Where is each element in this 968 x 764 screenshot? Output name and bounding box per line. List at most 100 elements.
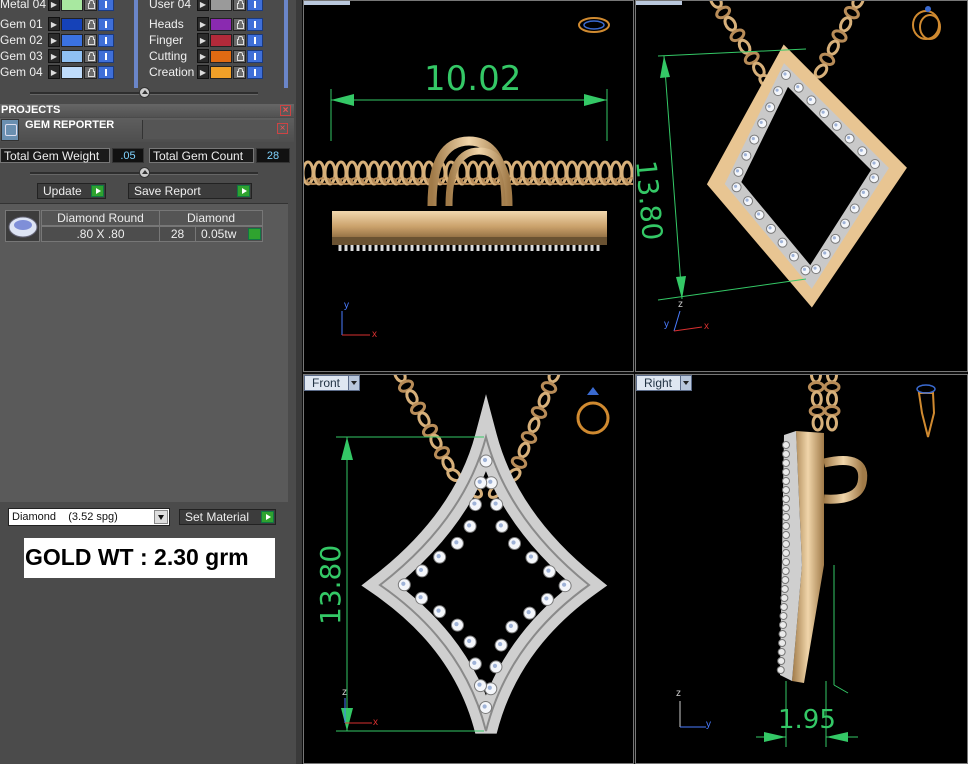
visibility-toggle-icon[interactable] bbox=[247, 0, 263, 11]
chevron-down-icon[interactable] bbox=[348, 376, 359, 390]
gem-reporter-close-icon[interactable]: × bbox=[277, 123, 288, 134]
layer-color-swatch[interactable] bbox=[61, 65, 83, 79]
expand-arrow-icon[interactable]: ▶ bbox=[197, 0, 209, 11]
gem-thumbnail[interactable] bbox=[5, 210, 40, 242]
layer-color-swatch[interactable] bbox=[210, 17, 232, 31]
panel-splitter[interactable] bbox=[296, 0, 302, 764]
axis-y-label: y bbox=[706, 719, 711, 730]
layer-row-creation[interactable]: Creation ▶ bbox=[149, 64, 263, 80]
lock-icon[interactable] bbox=[84, 65, 97, 79]
expand-arrow-icon[interactable]: ▶ bbox=[197, 33, 209, 47]
lock-icon[interactable] bbox=[84, 33, 97, 47]
viewport-front[interactable]: Front 13.80 z x bbox=[303, 374, 634, 764]
axis-y-label: y bbox=[344, 300, 349, 311]
viewport-top[interactable]: 10.02 y x bbox=[303, 0, 634, 372]
expand-arrow-icon[interactable]: ▶ bbox=[48, 17, 60, 31]
layer-color-swatch[interactable] bbox=[61, 17, 83, 31]
axis-x-label: x bbox=[372, 329, 377, 340]
play-icon[interactable] bbox=[248, 228, 261, 240]
layer-row-metal-04[interactable]: Metal 04 ▶ bbox=[0, 0, 114, 12]
visibility-toggle-icon[interactable] bbox=[247, 33, 263, 47]
axis-x-label: x bbox=[704, 321, 709, 332]
play-icon bbox=[91, 185, 104, 197]
viewport-front-tab[interactable]: Front bbox=[304, 375, 360, 391]
gem-list-area bbox=[0, 203, 288, 502]
play-icon bbox=[237, 185, 250, 197]
layer-label: Cutting bbox=[149, 49, 188, 63]
viewport-right-tab[interactable]: Right bbox=[636, 375, 692, 391]
viewport-perspective[interactable]: 13.80 z y x bbox=[635, 0, 968, 372]
total-gem-weight-label: Total Gem Weight bbox=[0, 148, 110, 163]
gem-table-size-cell: .80 X .80 bbox=[41, 226, 160, 242]
lock-icon[interactable] bbox=[233, 65, 246, 79]
visibility-toggle-icon[interactable] bbox=[247, 49, 263, 63]
dimension-depth-label: 1.95 bbox=[778, 705, 836, 735]
pendant-top-view bbox=[304, 17, 633, 336]
expand-arrow-icon[interactable]: ▶ bbox=[197, 49, 209, 63]
visibility-toggle-icon[interactable] bbox=[98, 65, 114, 79]
layer-row-finger[interactable]: Finger ▶ bbox=[149, 32, 263, 48]
axis-y-label: y bbox=[664, 319, 669, 330]
chevron-down-icon[interactable] bbox=[680, 376, 691, 390]
gold-weight-label: GOLD WT : 2.30 grm bbox=[24, 538, 275, 578]
lock-icon[interactable] bbox=[233, 49, 246, 63]
layer-color-swatch[interactable] bbox=[61, 33, 83, 47]
projects-header: PROJECTS × bbox=[0, 104, 294, 117]
layer-column-separator-right bbox=[284, 0, 288, 88]
layer-color-swatch[interactable] bbox=[210, 33, 232, 47]
gem-reporter-collapse-knob[interactable] bbox=[139, 167, 150, 178]
expand-arrow-icon[interactable]: ▶ bbox=[197, 65, 209, 79]
save-report-button-label: Save Report bbox=[134, 184, 201, 198]
visibility-toggle-icon[interactable] bbox=[247, 65, 263, 79]
lock-icon[interactable] bbox=[84, 49, 97, 63]
gem-table: Diamond Round Diamond .80 X .80 28 0.05t… bbox=[5, 210, 263, 243]
layer-label: Gem 01 bbox=[0, 17, 43, 31]
gem-reporter-icon bbox=[1, 119, 19, 141]
layer-label: Gem 04 bbox=[0, 65, 43, 79]
material-select[interactable]: Diamond (3.52 spg) bbox=[8, 508, 170, 526]
save-report-button[interactable]: Save Report bbox=[128, 183, 252, 199]
layer-row-gem-01[interactable]: Gem 01 ▶ bbox=[0, 16, 114, 32]
layer-color-swatch[interactable] bbox=[210, 0, 232, 11]
expand-arrow-icon[interactable]: ▶ bbox=[48, 0, 60, 11]
expand-arrow-icon[interactable]: ▶ bbox=[48, 33, 60, 47]
layer-row-gem-02[interactable]: Gem 02 ▶ bbox=[0, 32, 114, 48]
lock-icon[interactable] bbox=[84, 17, 97, 31]
layer-color-swatch[interactable] bbox=[61, 0, 83, 11]
layer-label: Gem 02 bbox=[0, 33, 43, 47]
gem-table-weight-value: 0.05tw bbox=[201, 227, 237, 241]
projects-title: PROJECTS bbox=[1, 104, 61, 116]
layer-row-heads[interactable]: Heads ▶ bbox=[149, 16, 263, 32]
layer-color-swatch[interactable] bbox=[210, 65, 232, 79]
layer-row-user-04[interactable]: User 04 ▶ bbox=[149, 0, 263, 12]
gem-table-header-type: Diamond bbox=[159, 210, 263, 226]
viewport-right[interactable]: Right 1.95 z y bbox=[635, 374, 968, 764]
visibility-toggle-icon[interactable] bbox=[98, 49, 114, 63]
layer-color-swatch[interactable] bbox=[61, 49, 83, 63]
visibility-toggle-icon[interactable] bbox=[98, 17, 114, 31]
total-gem-count-label: Total Gem Count bbox=[149, 148, 254, 163]
layer-row-gem-04[interactable]: Gem 04 ▶ bbox=[0, 64, 114, 80]
projects-close-icon[interactable]: × bbox=[280, 105, 291, 116]
dimension-height-label: 13.80 bbox=[314, 544, 347, 625]
lock-icon[interactable] bbox=[233, 0, 246, 11]
visibility-toggle-icon[interactable] bbox=[98, 33, 114, 47]
update-button[interactable]: Update bbox=[37, 183, 106, 199]
layer-label: Gem 03 bbox=[0, 49, 43, 63]
chevron-down-icon[interactable] bbox=[154, 510, 168, 524]
lock-icon[interactable] bbox=[233, 33, 246, 47]
lock-icon[interactable] bbox=[233, 17, 246, 31]
visibility-toggle-icon[interactable] bbox=[247, 17, 263, 31]
set-material-button[interactable]: Set Material bbox=[179, 509, 276, 525]
layer-row-cutting[interactable]: Cutting ▶ bbox=[149, 48, 263, 64]
expand-arrow-icon[interactable]: ▶ bbox=[48, 49, 60, 63]
lock-icon[interactable] bbox=[84, 0, 97, 11]
gem-table-count-cell: 28 bbox=[159, 226, 196, 242]
layer-row-gem-03[interactable]: Gem 03 ▶ bbox=[0, 48, 114, 64]
collapse-knob[interactable] bbox=[139, 87, 150, 98]
expand-arrow-icon[interactable]: ▶ bbox=[48, 65, 60, 79]
visibility-toggle-icon[interactable] bbox=[98, 0, 114, 11]
total-gem-count-value: 28 bbox=[256, 148, 290, 163]
layer-color-swatch[interactable] bbox=[210, 49, 232, 63]
expand-arrow-icon[interactable]: ▶ bbox=[197, 17, 209, 31]
